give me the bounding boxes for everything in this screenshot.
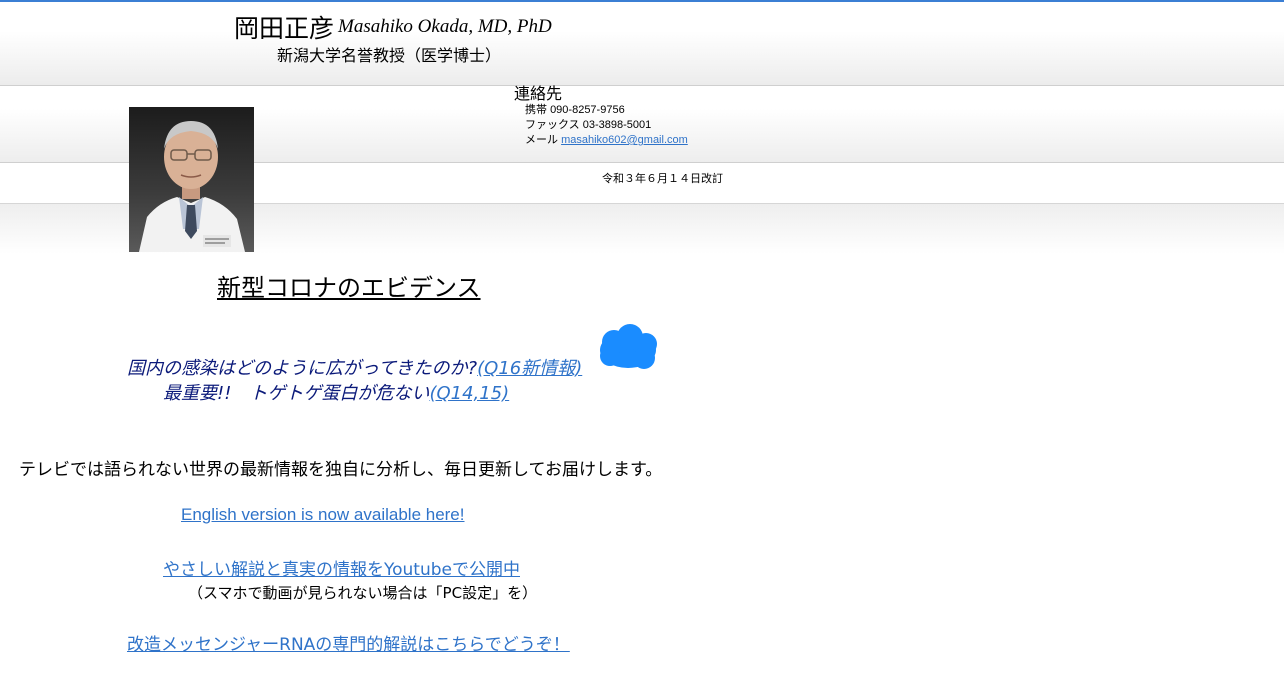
question2-text: 最重要!! トゲトゲ蛋白が危ない — [163, 383, 430, 404]
contact-mobile: 携帯 090-8257-9756 — [525, 101, 625, 117]
page-title: 新型コロナのエビデンス — [217, 274, 481, 302]
mobile-label: 携帯 — [525, 104, 547, 116]
contact-fax: ファックス 03-3898-5001 — [525, 116, 651, 132]
portrait-image — [129, 107, 254, 252]
cloud-icon — [600, 324, 657, 369]
site-tagline: テレビでは語られない世界の最新情報を独自に分析し、毎日更新してお届けします。 — [19, 460, 663, 480]
author-name-jp: 岡田正彦 — [234, 14, 335, 43]
question1-text: 国内の感染はどのように広がってきたのか? — [127, 358, 478, 379]
question1-link[interactable]: (Q16新情報) — [477, 358, 582, 379]
question2-line: 最重要!! トゲトゲ蛋白が危ない(Q14,15) — [163, 379, 509, 405]
email-label: メール — [525, 134, 558, 146]
contact-email: メール masahiko602@gmail.com — [525, 131, 688, 147]
header-band — [0, 2, 1284, 86]
email-link[interactable]: masahiko602@gmail.com — [561, 134, 688, 146]
mobile-number: 090-8257-9756 — [550, 104, 625, 116]
mrna-explanation-link[interactable]: 改造メッセンジャーRNAの専門的解説はこちらでどうぞ！ — [127, 630, 570, 655]
question2-link[interactable]: (Q14,15) — [429, 383, 509, 404]
author-photo — [129, 107, 254, 252]
author-name-en: Masahiko Okada, MD, PhD — [338, 16, 552, 37]
fax-number: 03-3898-5001 — [582, 119, 652, 131]
revision-date: 令和３年６月１４日改訂 — [602, 172, 723, 185]
question1-line: 国内の感染はどのように広がってきたのか?(Q16新情報) — [127, 354, 582, 380]
youtube-link[interactable]: やさしい解説と真実の情報をYoutubeで公開中 — [163, 555, 520, 580]
fax-label: ファックス — [525, 119, 580, 131]
smartphone-note: （スマホで動画が見られない場合は「PC設定」を） — [188, 584, 538, 602]
author-affiliation: 新潟大学名誉教授（医学博士） — [277, 46, 502, 65]
english-version-link[interactable]: English version is now available here! — [181, 505, 465, 525]
